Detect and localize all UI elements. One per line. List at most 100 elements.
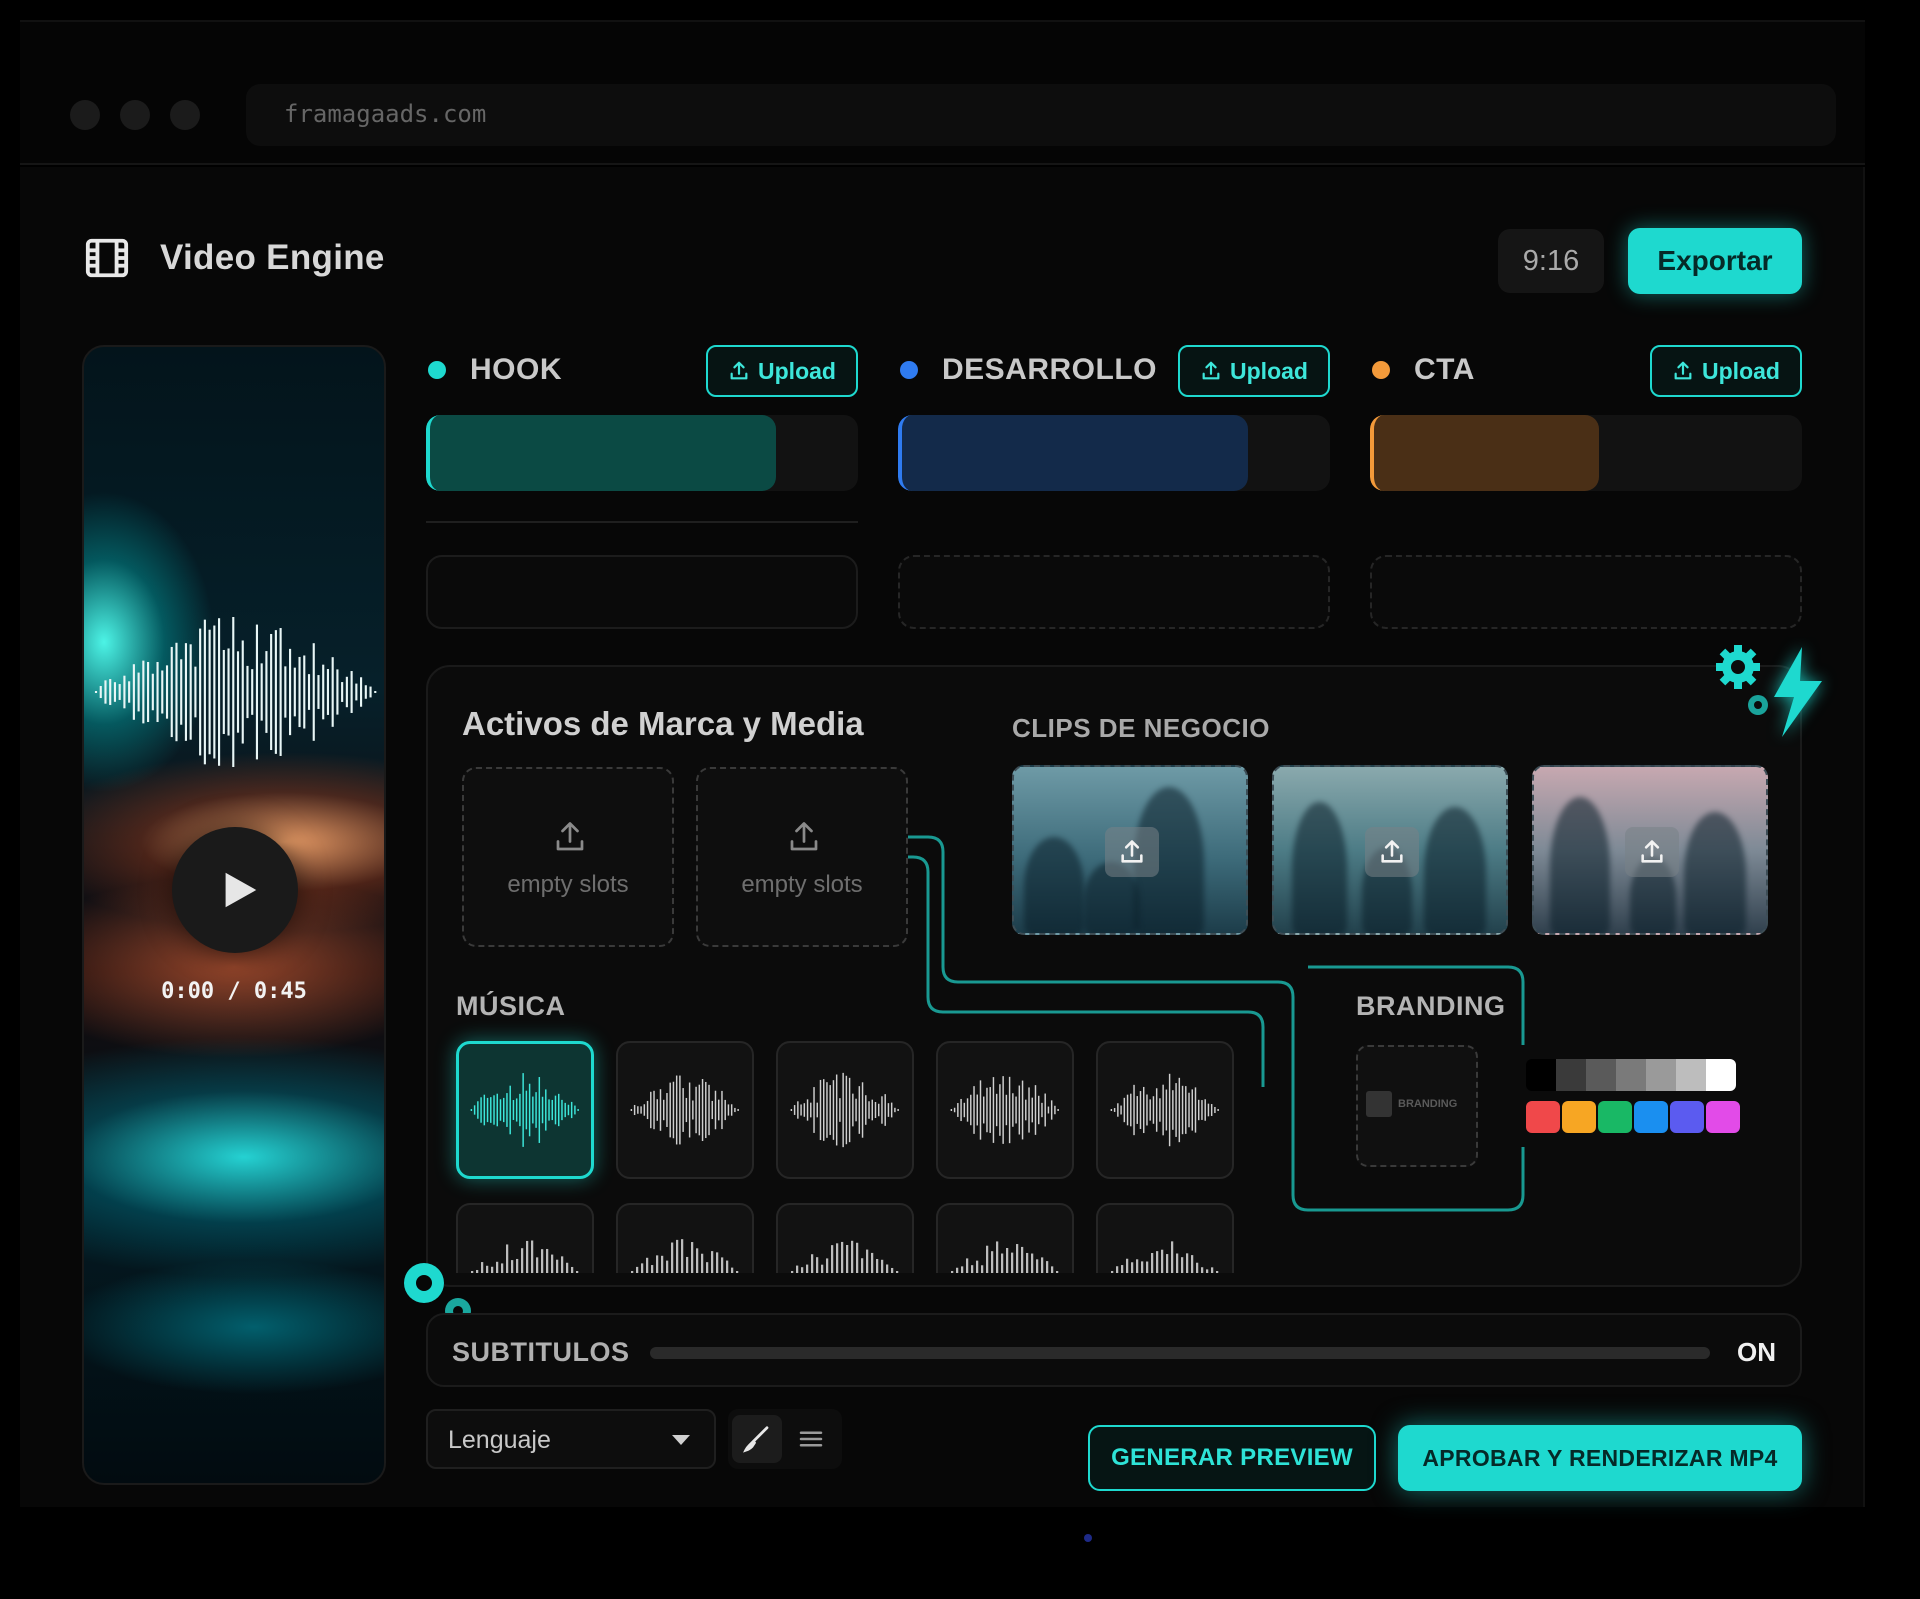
waveform-bar	[99, 685, 102, 699]
subtitles-slider[interactable]	[650, 1347, 1710, 1359]
gray-swatch[interactable]	[1556, 1059, 1586, 1091]
segment-drop-slot-hook[interactable]	[426, 555, 858, 629]
text-align-button[interactable]	[786, 1415, 836, 1463]
clip-upload-button[interactable]	[1365, 827, 1419, 877]
color-swatch[interactable]	[1562, 1101, 1596, 1133]
branding-logo-slot[interactable]: BRANDING	[1356, 1045, 1478, 1167]
music-track-tile[interactable]	[616, 1041, 754, 1179]
music-track-tile[interactable]	[936, 1041, 1074, 1179]
music-track-tile[interactable]	[1096, 1203, 1234, 1273]
aspect-ratio-selector[interactable]: 9:16	[1498, 229, 1604, 293]
waveform-bar	[1131, 1262, 1134, 1273]
music-track-tile[interactable]	[616, 1203, 754, 1273]
waveform-bar	[1111, 1271, 1114, 1273]
segment-progress-desarrollo[interactable]	[898, 415, 1330, 491]
export-button[interactable]: Exportar	[1628, 228, 1802, 294]
empty-media-slot[interactable]: empty slots	[462, 767, 674, 947]
segment-label: DESARROLLO	[942, 353, 1157, 386]
subtitles-toggle[interactable]: ON	[1737, 1337, 1776, 1368]
window-close-dot[interactable]	[70, 100, 100, 130]
waveform-bar	[681, 1239, 684, 1273]
play-button[interactable]	[172, 827, 298, 953]
address-text: framagaads.com	[284, 100, 487, 128]
waveform-bar	[884, 1094, 886, 1126]
waveform-bar	[727, 1104, 730, 1116]
clip-upload-button[interactable]	[1105, 827, 1159, 877]
address-bar[interactable]: framagaads.com	[246, 84, 1836, 146]
waveform-bar	[736, 1271, 739, 1273]
segment-progress-cta[interactable]	[1370, 415, 1802, 491]
waveform-bar	[515, 1098, 518, 1122]
waveform-bar	[708, 1084, 710, 1136]
waveform-bar	[640, 1106, 642, 1114]
approve-render-button[interactable]: APROBAR Y RENDERIZAR MP4	[1398, 1425, 1802, 1491]
waveform-bar	[480, 1097, 482, 1123]
waveform-bar	[1168, 1073, 1171, 1147]
waveform-bar	[999, 1084, 1001, 1136]
color-swatch[interactable]	[1526, 1101, 1560, 1133]
segment-progress-hook[interactable]	[426, 415, 858, 491]
gray-swatch[interactable]	[1706, 1059, 1736, 1091]
waveform-bar	[701, 1079, 704, 1142]
waveform-bar	[1133, 1084, 1135, 1136]
waveform-bar	[180, 659, 183, 725]
waveform-bar	[1185, 1086, 1187, 1134]
segment-divider	[426, 521, 858, 523]
business-clip-thumbnail[interactable]	[1532, 765, 1768, 935]
brush-style-button[interactable]	[732, 1415, 782, 1463]
waveform-bar	[137, 672, 140, 712]
waveform-bar	[1194, 1087, 1197, 1133]
upload-button-desarrollo[interactable]: Upload	[1178, 345, 1330, 397]
segment-progress-fill	[898, 415, 1248, 491]
waveform-bar	[1126, 1094, 1129, 1126]
gray-swatch[interactable]	[1586, 1059, 1616, 1091]
generate-preview-button[interactable]: GENERAR PREVIEW	[1088, 1425, 1376, 1491]
branding-label: BRANDING	[1356, 991, 1506, 1021]
window-maximize-dot[interactable]	[170, 100, 200, 130]
music-track-tile[interactable]	[776, 1203, 914, 1273]
segment-drop-slot-cta[interactable]	[1370, 555, 1802, 629]
gray-swatch[interactable]	[1526, 1059, 1556, 1091]
clip-upload-button[interactable]	[1625, 827, 1679, 877]
color-swatch[interactable]	[1598, 1101, 1632, 1133]
upload-button-hook[interactable]: Upload	[706, 345, 858, 397]
waveform-bar	[826, 1258, 829, 1273]
waveform-bar	[355, 683, 358, 701]
settings-bolt-icon	[1716, 645, 1822, 737]
business-clip-thumbnail[interactable]	[1012, 765, 1248, 935]
color-swatch[interactable]	[1706, 1101, 1740, 1133]
language-select[interactable]: Lenguaje	[426, 1409, 716, 1469]
waveform-bar	[538, 1077, 541, 1143]
window-minimize-dot[interactable]	[120, 100, 150, 130]
gray-swatch[interactable]	[1616, 1059, 1646, 1091]
waveform-bar	[1162, 1084, 1164, 1136]
waveform-bar	[470, 1109, 473, 1111]
waveform-bar	[858, 1086, 861, 1134]
empty-media-slot[interactable]: empty slots	[696, 767, 908, 947]
music-track-tile[interactable]	[936, 1203, 1074, 1273]
gray-swatch[interactable]	[1676, 1059, 1706, 1091]
segment-label: HOOK	[470, 353, 562, 386]
waveform-bar	[663, 1099, 665, 1121]
video-preview[interactable]: 0:00 / 0:45	[82, 345, 386, 1485]
business-clip-thumbnail[interactable]	[1272, 765, 1508, 935]
waveform-bar	[1156, 1251, 1159, 1273]
gray-swatch[interactable]	[1646, 1059, 1676, 1091]
waveform-bar	[1031, 1097, 1033, 1123]
color-swatch[interactable]	[1634, 1101, 1668, 1133]
music-track-tile[interactable]	[1096, 1041, 1234, 1179]
color-swatch[interactable]	[1670, 1101, 1704, 1133]
music-track-tile[interactable]	[776, 1041, 914, 1179]
waveform-bar	[846, 1245, 849, 1273]
waveform-bar	[104, 680, 107, 704]
waveform-bar	[796, 1265, 799, 1273]
segment-drop-slot-desarrollo[interactable]	[898, 555, 1330, 629]
waveform-bar	[232, 617, 235, 767]
upload-button-cta[interactable]: Upload	[1650, 345, 1802, 397]
waveform-bar	[960, 1098, 962, 1122]
waveform-bar	[512, 1100, 515, 1120]
music-track-tile[interactable]	[456, 1041, 594, 1179]
subtitles-label: SUBTITULOS	[452, 1337, 630, 1367]
waveform-bar	[806, 1099, 809, 1121]
waveform-bar	[878, 1103, 880, 1117]
